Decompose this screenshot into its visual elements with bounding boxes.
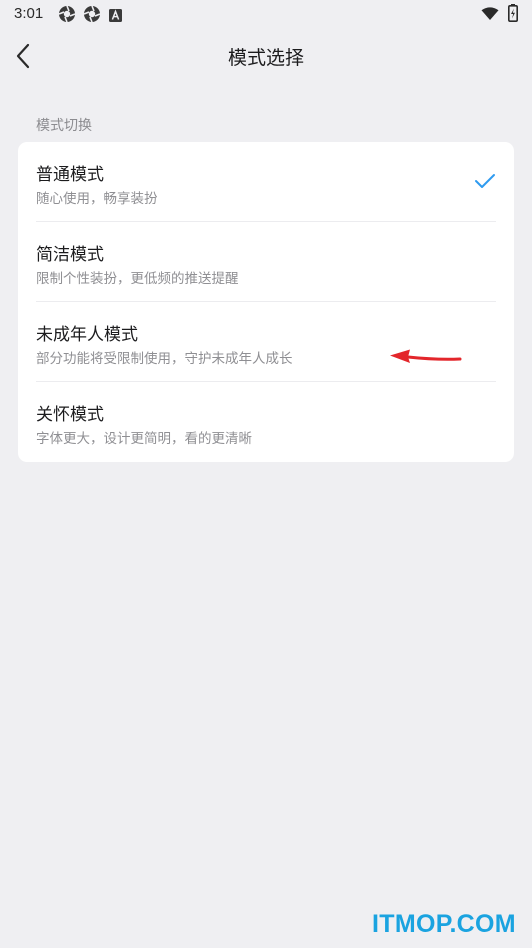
mode-options-card: 普通模式 随心使用，畅享装扮 简洁模式 限制个性装扮，更低频的推送提醒 未成年人… [18,142,514,462]
status-bar: 3:01 [0,0,532,28]
option-title: 未成年人模式 [36,325,138,345]
option-description: 字体更大，设计更简明，看的更清晰 [36,431,252,447]
option-title: 普通模式 [36,165,104,185]
a-badge-icon [109,7,122,26]
aperture-icon [83,5,101,27]
option-title: 关怀模式 [36,405,104,425]
section-label: 模式切换 [36,118,92,134]
wifi-icon [481,6,499,25]
option-simple-mode[interactable]: 简洁模式 限制个性装扮，更低频的推送提醒 [18,222,514,302]
option-description: 随心使用，畅享装扮 [36,191,158,207]
option-description: 部分功能将受限制使用，守护未成年人成长 [36,351,293,367]
option-normal-mode[interactable]: 普通模式 随心使用，畅享装扮 [18,142,514,222]
header: 模式选择 [0,28,532,84]
aperture-icon [58,5,76,27]
page-title: 模式选择 [227,47,304,69]
option-care-mode[interactable]: 关怀模式 字体更大，设计更简明，看的更清晰 [18,382,514,462]
option-description: 限制个性装扮，更低频的推送提醒 [36,271,239,287]
option-title: 简洁模式 [36,245,104,265]
watermark: ITMOP.COM [372,910,516,938]
annotation-arrow-icon [386,346,466,374]
status-time: 3:01 [14,5,44,22]
battery-charging-icon [508,4,518,26]
checkmark-icon [474,172,496,194]
